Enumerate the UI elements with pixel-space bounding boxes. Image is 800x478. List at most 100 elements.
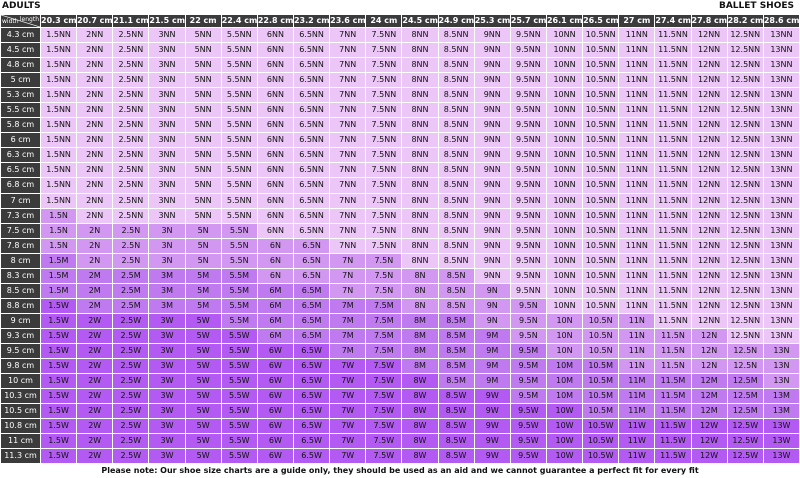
- size-cell: 13W: [762, 418, 800, 435]
- size-cell: 6.5M: [292, 297, 331, 314]
- size-cell: 8NN: [401, 102, 439, 119]
- size-cell: 1.5W: [39, 373, 78, 390]
- length-header: 26.1 cm: [545, 14, 584, 28]
- size-cell: 8.5W: [437, 448, 475, 465]
- size-cell: 11NN: [618, 192, 656, 209]
- size-cell: 10.5M: [582, 388, 620, 405]
- size-cell: 5M: [184, 267, 222, 284]
- length-header: 25.7 cm: [509, 14, 547, 28]
- size-cell: 2.5W: [112, 373, 150, 390]
- size-cell: 6.5W: [292, 448, 331, 465]
- size-cell: 5.5NN: [220, 192, 258, 209]
- width-header: 7.8 cm: [0, 237, 41, 254]
- size-cell: 9.5M: [509, 373, 547, 390]
- width-header: 7.5 cm: [0, 222, 41, 239]
- size-cell: 9.5NN: [509, 192, 547, 209]
- size-cell: 10NN: [545, 192, 584, 209]
- size-cell: 11.5NN: [654, 162, 692, 179]
- width-header: 6.8 cm: [0, 177, 41, 194]
- size-cell: 8N: [401, 267, 439, 284]
- size-cell: 6NN: [256, 177, 294, 194]
- table-row: 7.5 cm 1.5N 2N 2.5N 3N 5N 5.5N 6NN 6.5NN 7NN 7.5NN…: [0, 222, 800, 239]
- size-cell: 5.5N: [220, 252, 258, 269]
- size-cell: 7M: [329, 342, 367, 360]
- size-cell: 10.5M: [582, 373, 620, 390]
- size-cell: 11NN: [618, 72, 656, 89]
- size-cell: 3NN: [148, 132, 186, 149]
- size-cell: 9N: [473, 297, 511, 314]
- size-cell: 12NN: [690, 57, 728, 74]
- length-header: 25.3 cm: [473, 14, 511, 28]
- size-cell: 11NN: [618, 222, 656, 239]
- size-cell: 11.5M: [654, 403, 692, 420]
- size-cell: 8W: [401, 433, 439, 450]
- size-cell: 11.5NN: [654, 57, 692, 74]
- size-cell: 6W: [256, 418, 294, 435]
- size-cell: 5.5W: [220, 342, 258, 360]
- size-cell: 13NN: [762, 237, 800, 254]
- size-cell: 5.5NN: [220, 177, 258, 194]
- size-cell: 7W: [329, 448, 367, 465]
- size-cell: 1.5N: [39, 237, 78, 254]
- size-cell: 10W: [545, 433, 584, 450]
- size-cell: 9NN: [473, 162, 511, 179]
- size-cell: 9M: [473, 327, 511, 344]
- size-cell: 8.5NN: [437, 72, 475, 89]
- size-cell: 12.5M: [726, 403, 764, 420]
- size-cell: 10.5NN: [582, 132, 620, 149]
- size-cell: 1.5NN: [39, 72, 78, 89]
- size-cell: 11.5W: [654, 448, 692, 465]
- size-cell: 13NN: [762, 57, 800, 74]
- size-cell: 7.5NN: [365, 42, 403, 59]
- size-cell: 7.5NN: [365, 117, 403, 134]
- size-cell: 2NN: [76, 57, 114, 74]
- size-cell: 3NN: [148, 57, 186, 74]
- size-cell: 11.5NN: [654, 297, 692, 314]
- table-row: 6.5 cm 1.5NN 2NN 2.5NN 3NN 5NN 5.5NN 6NN 6.5NN 7N…: [0, 162, 800, 179]
- size-cell: 7.5M: [365, 327, 403, 344]
- size-cell: 2.5W: [112, 388, 150, 405]
- size-cell: 12.5NN: [726, 42, 764, 59]
- size-cell: 11.5NN: [654, 177, 692, 194]
- size-cell: 7NN: [329, 87, 367, 104]
- size-cell: 1.5NN: [39, 87, 78, 104]
- size-cell: 5.5W: [220, 388, 258, 405]
- size-cell: 11.5NN: [654, 312, 692, 329]
- size-cell: 7W: [329, 433, 367, 450]
- size-cell: 7.5W: [365, 358, 403, 375]
- size-cell: 9M: [473, 373, 511, 390]
- size-cell: 12.5NN: [726, 162, 764, 179]
- size-cell: 7.5NN: [365, 26, 403, 44]
- size-cell: 5.5NN: [220, 57, 258, 74]
- table-row: 8 cm 1.5M 2N 2.5N 3N 5N 5.5N 6N 6.5N 7N 7.5N 8NN 8.5…: [0, 252, 800, 269]
- size-cell: 1.5W: [39, 388, 78, 405]
- size-cell: 6.5NN: [292, 26, 331, 44]
- size-cell: 12.5NN: [726, 147, 764, 164]
- size-cell: 5W: [184, 388, 222, 405]
- size-cell: 11NN: [618, 117, 656, 134]
- size-cell: 9.5NN: [509, 162, 547, 179]
- length-header: 22.8 cm: [256, 14, 294, 28]
- size-cell: 6.5NN: [292, 42, 331, 59]
- size-cell: 2.5NN: [112, 26, 150, 44]
- width-header: 11.3 cm: [0, 448, 41, 465]
- size-cell: 10M: [545, 358, 584, 375]
- table-row: 8.8 cm 1.5W 2M 2.5M 3M 5M 5.5M 6M 6.5M 7M 7.5M 8N 8.…: [0, 297, 800, 314]
- size-cell: 9.5NN: [509, 222, 547, 239]
- size-cell: 2.5NN: [112, 147, 150, 164]
- size-cell: 3N: [148, 252, 186, 269]
- size-cell: 12.5NN: [726, 297, 764, 314]
- size-cell: 10.5NN: [582, 72, 620, 89]
- size-cell: 9.5N: [509, 312, 547, 329]
- size-cell: 9.5M: [509, 388, 547, 405]
- size-cell: 6NN: [256, 42, 294, 59]
- size-cell: 5N: [184, 237, 222, 254]
- size-cell: 11N: [618, 342, 656, 360]
- size-cell: 1.5NN: [39, 102, 78, 119]
- size-cell: 12.5NN: [726, 117, 764, 134]
- size-cell: 8.5W: [437, 403, 475, 420]
- size-cell: 7.5N: [365, 282, 403, 299]
- width-header: 5.3 cm: [0, 87, 41, 104]
- size-cell: 5NN: [184, 102, 222, 119]
- size-cell: 3NN: [148, 192, 186, 209]
